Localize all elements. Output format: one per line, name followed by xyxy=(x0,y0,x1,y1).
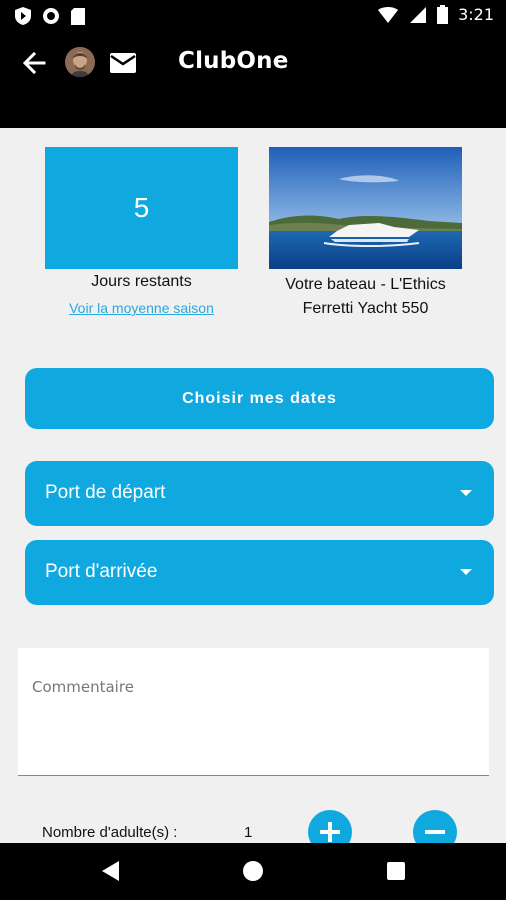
comment-field[interactable] xyxy=(32,678,472,758)
nav-recents-icon[interactable] xyxy=(387,862,405,880)
back-button[interactable] xyxy=(20,48,50,78)
boat-label: Votre bateau - L'Ethics Ferretti Yacht 5… xyxy=(259,273,472,321)
nav-back-icon[interactable] xyxy=(102,861,119,881)
boat-image xyxy=(269,147,462,269)
sd-card-icon xyxy=(71,7,85,25)
departure-port-select[interactable]: Port de départ xyxy=(25,461,494,526)
days-remaining-tile: 5 xyxy=(45,147,238,269)
boat-label-line1: Votre bateau - L'Ethics xyxy=(285,276,446,293)
wifi-icon xyxy=(378,6,399,23)
departure-port-label: Port de départ xyxy=(45,482,166,503)
battery-icon xyxy=(437,5,449,24)
choose-dates-button[interactable]: Choisir mes dates xyxy=(25,368,494,429)
back-arrow-icon xyxy=(22,51,46,75)
adults-count-value: 1 xyxy=(244,824,253,841)
comment-field-container xyxy=(18,648,489,776)
season-average-link[interactable]: Voir la moyenne saison xyxy=(45,300,238,316)
status-time: 3:21 xyxy=(458,5,494,24)
chevron-down-icon xyxy=(460,569,472,575)
mail-button[interactable] xyxy=(108,50,138,76)
mail-icon xyxy=(110,53,136,73)
chevron-down-icon xyxy=(460,490,472,496)
boat-label-line2: Ferretti Yacht 550 xyxy=(302,300,429,317)
nav-home-icon[interactable] xyxy=(243,861,263,881)
arrival-port-select[interactable]: Port d'arrivée xyxy=(25,540,494,605)
days-remaining-label: Jours restants xyxy=(91,273,192,290)
avatar[interactable] xyxy=(65,47,95,77)
user-photo-icon xyxy=(65,47,95,77)
yacht-photo xyxy=(269,147,462,269)
arrival-port-label: Port d'arrivée xyxy=(45,561,158,582)
signal-icon xyxy=(410,6,427,23)
status-bar: 3:21 xyxy=(0,0,506,32)
shield-app-icon xyxy=(15,7,31,25)
adults-count-label: Nombre d'adulte(s) : xyxy=(42,824,178,841)
record-icon xyxy=(43,8,59,24)
app-title: ClubOne xyxy=(178,48,289,74)
days-remaining-value: 5 xyxy=(133,192,150,223)
